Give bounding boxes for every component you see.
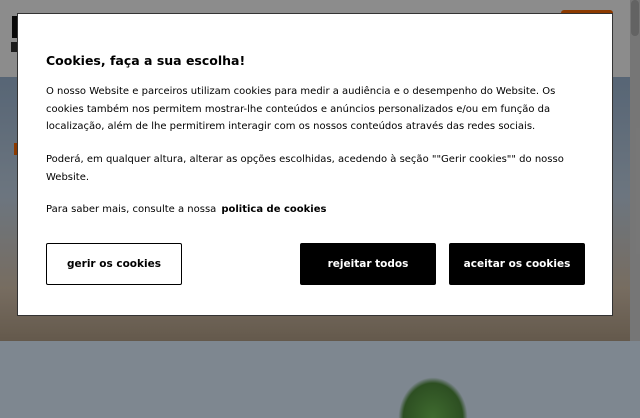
manage-cookies-button[interactable]: gerir os cookies	[46, 243, 182, 285]
cookie-settings-note: Poderá, em qualquer altura, alterar as o…	[46, 154, 564, 183]
cookie-policy-line: Para saber mais, consulte a nossa politic…	[46, 201, 576, 219]
cookie-dialog-title: Cookies, faça a sua escolha!	[46, 53, 246, 68]
cookie-policy-link[interactable]: politica de cookies	[221, 204, 326, 215]
plant-decoration	[398, 377, 468, 418]
accept-cookies-button[interactable]: aceitar os cookies	[449, 243, 585, 285]
reject-all-button[interactable]: rejeitar todos	[300, 243, 436, 285]
cookie-description: O nosso Website e parceiros utilizam coo…	[46, 86, 556, 132]
cookie-consent-dialog: Cookies, faça a sua escolha! O nosso Web…	[17, 13, 613, 316]
cookie-policy-prefix: Para saber mais, consulte a nossa	[46, 204, 217, 215]
